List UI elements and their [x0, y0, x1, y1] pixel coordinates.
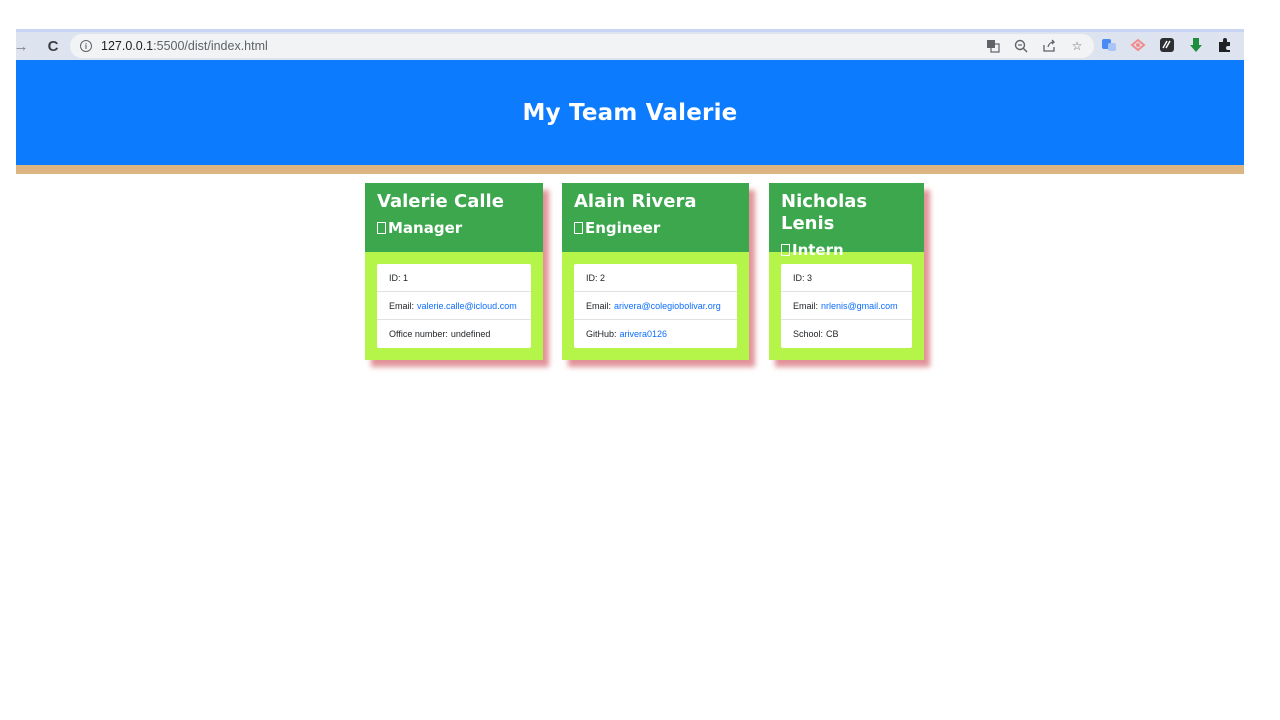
employee-info-list: ID: 1 Email: valerie.calle@icloud.com Off…: [377, 264, 531, 348]
translator-extension-icon[interactable]: [1100, 36, 1118, 54]
role-icon: [377, 222, 386, 234]
arrow-right-icon[interactable]: →: [10, 35, 32, 57]
id-row: ID: 1: [377, 264, 531, 292]
role-icon: [781, 244, 790, 256]
employee-name: Nicholas Lenis: [781, 191, 868, 234]
puzzle-extensions-icon[interactable]: [1216, 36, 1234, 54]
header-stripe: [16, 165, 1244, 174]
share-icon[interactable]: [1040, 37, 1058, 55]
employee-role: Intern: [781, 241, 912, 259]
id-row: ID: 3: [781, 264, 912, 292]
employee-role: Manager: [377, 219, 531, 237]
employee-card-engineer: Alain Rivera Engineer ID: 2 Email: ariver…: [562, 183, 749, 360]
bookmark-star-icon[interactable]: ☆: [1068, 37, 1086, 55]
github-label: GitHub:: [586, 329, 617, 339]
github-link[interactable]: arivera0126: [620, 329, 668, 339]
role-label: Engineer: [585, 219, 661, 237]
email-link[interactable]: arivera@colegiobolivar.org: [614, 301, 721, 311]
id-text: ID: 1: [389, 272, 409, 283]
office-number-row: Office number: undefined: [377, 320, 531, 348]
zoom-out-icon[interactable]: [1012, 37, 1030, 55]
school-row: School: CB: [781, 320, 912, 348]
id-text: ID: 3: [793, 272, 813, 283]
url-host: 127.0.0.1: [101, 39, 154, 53]
card-header: Alain Rivera Engineer: [562, 183, 749, 252]
info-icon[interactable]: i: [80, 40, 92, 52]
email-row: Email: nrlenis@gmail.com: [781, 292, 912, 320]
role-icon: [574, 222, 583, 234]
email-label: Email:: [586, 300, 612, 311]
team-header: My Team Valerie: [16, 60, 1244, 165]
employee-name: Alain Rivera: [574, 191, 697, 212]
employee-card-intern: Nicholas Lenis Intern ID: 3 Email: nrleni…: [769, 183, 924, 360]
writing-extension-icon[interactable]: [1158, 36, 1176, 54]
employee-role: Engineer: [574, 219, 737, 237]
email-row: Email: valerie.calle@icloud.com: [377, 292, 531, 320]
browser-toolbar: → C i 127.0.0.1:5500/dist/index.html ☆: [14, 29, 1244, 60]
role-label: Manager: [388, 219, 463, 237]
github-row: GitHub: arivera0126: [574, 320, 737, 348]
download-arrow-icon[interactable]: [1187, 36, 1205, 54]
translate-icon[interactable]: [984, 37, 1002, 55]
employee-info-list: ID: 2 Email: arivera@colegiobolivar.org G…: [574, 264, 737, 348]
pink-extension-icon[interactable]: [1129, 36, 1147, 54]
email-label: Email:: [389, 300, 415, 311]
employee-card-manager: Valerie Calle Manager ID: 1 Email: valeri…: [365, 183, 543, 360]
school-value: CB: [826, 329, 839, 339]
reload-icon[interactable]: C: [42, 35, 64, 57]
office-number-label: Office number:: [389, 329, 448, 339]
email-link[interactable]: valerie.calle@icloud.com: [417, 301, 517, 311]
role-label: Intern: [792, 241, 844, 259]
email-row: Email: arivera@colegiobolivar.org: [574, 292, 737, 320]
employee-name: Valerie Calle: [377, 191, 504, 212]
card-header: Nicholas Lenis Intern: [769, 183, 924, 259]
office-number-value: undefined: [450, 329, 491, 339]
email-link[interactable]: nrlenis@gmail.com: [821, 301, 898, 311]
school-label: School:: [793, 329, 824, 339]
employee-info-list: ID: 3 Email: nrlenis@gmail.com School: CB: [781, 264, 912, 348]
address-bar[interactable]: i 127.0.0.1:5500/dist/index.html ☆: [70, 34, 1094, 58]
id-row: ID: 2: [574, 264, 737, 292]
id-text: ID: 2: [586, 272, 606, 283]
url-path: :5500/dist/index.html: [153, 39, 268, 53]
email-label: Email:: [793, 300, 819, 311]
page-title: My Team Valerie: [522, 99, 738, 126]
card-header: Valerie Calle Manager: [365, 183, 543, 252]
